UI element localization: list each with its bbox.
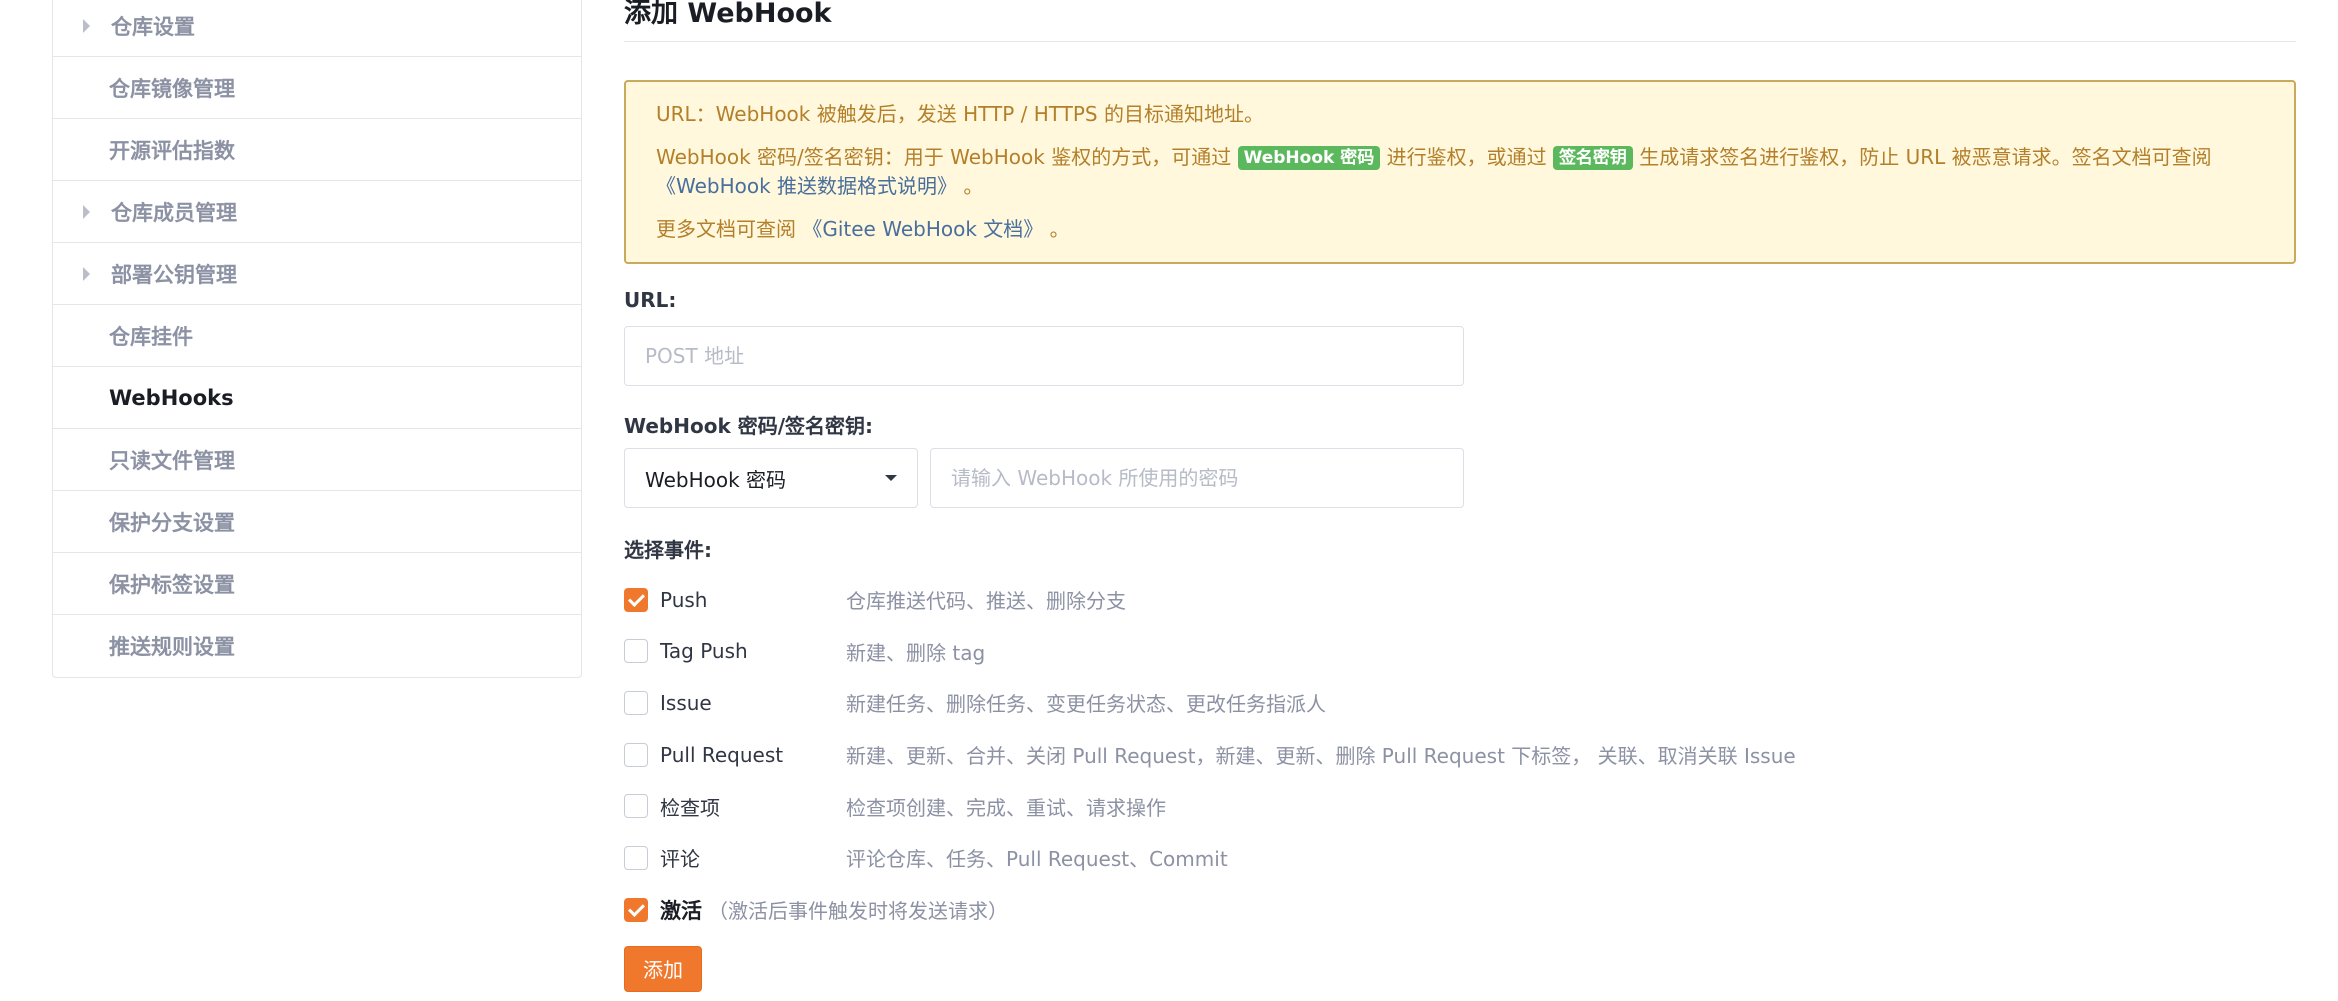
notice-text: 更多文档可查阅	[656, 217, 803, 241]
pull-request-checkbox[interactable]	[624, 742, 648, 767]
tag-push-checkbox[interactable]	[624, 639, 648, 664]
event-desc: 评论仓库、任务、Pull Request、Commit	[846, 847, 1228, 872]
event-check: 检查项 检查项创建、完成、重试、请求操作	[624, 780, 2296, 832]
sidebar-item-label: 保护标签设置	[109, 572, 235, 597]
sidebar-item-members[interactable]: 仓库成员管理	[53, 181, 581, 243]
sidebar-item-deploy-keys[interactable]: 部署公钥管理	[53, 243, 581, 305]
event-desc: 新建任务、删除任务、变更任务状态、更改任务指派人	[846, 692, 1326, 717]
settings-sidebar: 仓库设置 仓库镜像管理 开源评估指数 仓库成员管理 部署公钥管理 仓库挂件 We…	[52, 0, 582, 678]
gitee-webhook-docs-link[interactable]: 《Gitee WebHook 文档》	[802, 217, 1043, 241]
sidebar-item-webhooks[interactable]: WebHooks	[53, 367, 581, 429]
push-data-format-link[interactable]: 《WebHook 推送数据格式说明》	[656, 174, 957, 198]
events-label: 选择事件:	[624, 538, 712, 562]
secret-type-value: WebHook 密码	[645, 467, 787, 492]
activate-row: 激活 （激活后事件触发时将发送请求）	[624, 894, 2296, 926]
secret-row: WebHook 密码	[624, 448, 2296, 508]
event-issue: Issue 新建任务、删除任务、变更任务状态、更改任务指派人	[624, 677, 2296, 729]
caret-right-icon	[83, 18, 90, 33]
event-name: 评论	[660, 847, 700, 872]
event-name: Push	[660, 587, 708, 612]
secret-type-select[interactable]: WebHook 密码	[624, 448, 918, 508]
caret-down-icon	[885, 475, 897, 481]
webhook-form: 添加 WebHook URL：WebHook 被触发后，发送 HTTP / HT…	[624, 0, 2296, 992]
page-title: 添加 WebHook	[624, 0, 2296, 42]
sidebar-item-label: 开源评估指数	[109, 138, 235, 163]
sidebar-item-widgets[interactable]: 仓库挂件	[53, 305, 581, 367]
sidebar-item-label: 推送规则设置	[109, 635, 235, 659]
sidebar-item-protected-tags[interactable]: 保护标签设置	[53, 553, 581, 615]
sidebar-item-label: 仓库镜像管理	[109, 76, 235, 101]
secret-input[interactable]	[930, 448, 1464, 508]
notice-text: 。	[1043, 217, 1070, 241]
sidebar-item-label: 仓库设置	[111, 14, 195, 39]
notice-secret-line: WebHook 密码/签名密钥：用于 WebHook 鉴权的方式，可通过 Web…	[656, 143, 2264, 201]
sidebar-item-protected-branches[interactable]: 保护分支设置	[53, 491, 581, 553]
notice-text: 。	[957, 174, 984, 198]
signature-key-badge: 签名密钥	[1552, 146, 1633, 170]
sidebar-item-label: 只读文件管理	[109, 448, 235, 473]
notice-text: WebHook 密码/签名密钥：用于 WebHook 鉴权的方式，可通过	[656, 145, 1238, 169]
sidebar-item-readonly-files[interactable]: 只读文件管理	[53, 429, 581, 491]
sidebar-item-repo-settings[interactable]: 仓库设置	[53, 0, 581, 57]
sidebar-item-label: 保护分支设置	[109, 510, 235, 535]
event-desc: 新建、更新、合并、关闭 Pull Request，新建、更新、删除 Pull R…	[846, 744, 1796, 769]
event-tag-push: Tag Push 新建、删除 tag	[624, 626, 2296, 678]
check-checkbox[interactable]	[624, 794, 648, 819]
event-desc: 仓库推送代码、推送、删除分支	[846, 589, 1126, 614]
event-name: Pull Request	[660, 742, 784, 767]
event-name: Tag Push	[660, 639, 748, 664]
url-label: URL:	[624, 288, 677, 312]
notice-text: 进行鉴权，或通过	[1380, 145, 1553, 169]
activate-hint: （激活后事件触发时将发送请求）	[708, 899, 1008, 924]
add-button[interactable]: 添加	[624, 945, 702, 992]
notice-url-line: URL：WebHook 被触发后，发送 HTTP / HTTPS 的目标通知地址…	[656, 102, 1264, 126]
url-input[interactable]	[624, 326, 1464, 386]
webhook-password-badge: WebHook 密码	[1237, 146, 1381, 170]
event-name: 检查项	[660, 795, 720, 820]
caret-right-icon	[83, 266, 90, 281]
notice-docs-line: 更多文档可查阅 《Gitee WebHook 文档》 。	[656, 215, 2264, 244]
sidebar-item-push-rules[interactable]: 推送规则设置	[53, 615, 581, 677]
event-pull-request: Pull Request 新建、更新、合并、关闭 Pull Request，新建…	[624, 729, 2296, 781]
sidebar-item-label: 仓库成员管理	[111, 200, 237, 225]
activate-checkbox[interactable]	[624, 897, 648, 922]
comment-checkbox[interactable]	[624, 845, 648, 870]
event-push: Push 仓库推送代码、推送、删除分支	[624, 574, 2296, 626]
event-name: Issue	[660, 690, 712, 715]
push-checkbox[interactable]	[624, 587, 648, 612]
event-list: Push 仓库推送代码、推送、删除分支 Tag Push 新建、删除 tag I…	[624, 574, 2296, 884]
sidebar-item-label: WebHooks	[109, 385, 234, 410]
sidebar-item-oss-index[interactable]: 开源评估指数	[53, 119, 581, 181]
issue-checkbox[interactable]	[624, 690, 648, 715]
event-comment: 评论 评论仓库、任务、Pull Request、Commit	[624, 832, 2296, 884]
event-desc: 检查项创建、完成、重试、请求操作	[846, 795, 1166, 820]
secret-label: WebHook 密码/签名密钥:	[624, 414, 874, 438]
sidebar-item-mirror[interactable]: 仓库镜像管理	[53, 57, 581, 119]
info-notice: URL：WebHook 被触发后，发送 HTTP / HTTPS 的目标通知地址…	[624, 80, 2296, 264]
sidebar-item-label: 仓库挂件	[109, 324, 193, 349]
event-desc: 新建、删除 tag	[846, 640, 986, 665]
caret-right-icon	[83, 204, 90, 219]
sidebar-item-label: 部署公钥管理	[111, 262, 237, 287]
notice-text: 生成请求签名进行鉴权，防止 URL 被恶意请求。签名文档可查阅	[1632, 145, 2212, 169]
activate-label: 激活	[660, 898, 702, 923]
